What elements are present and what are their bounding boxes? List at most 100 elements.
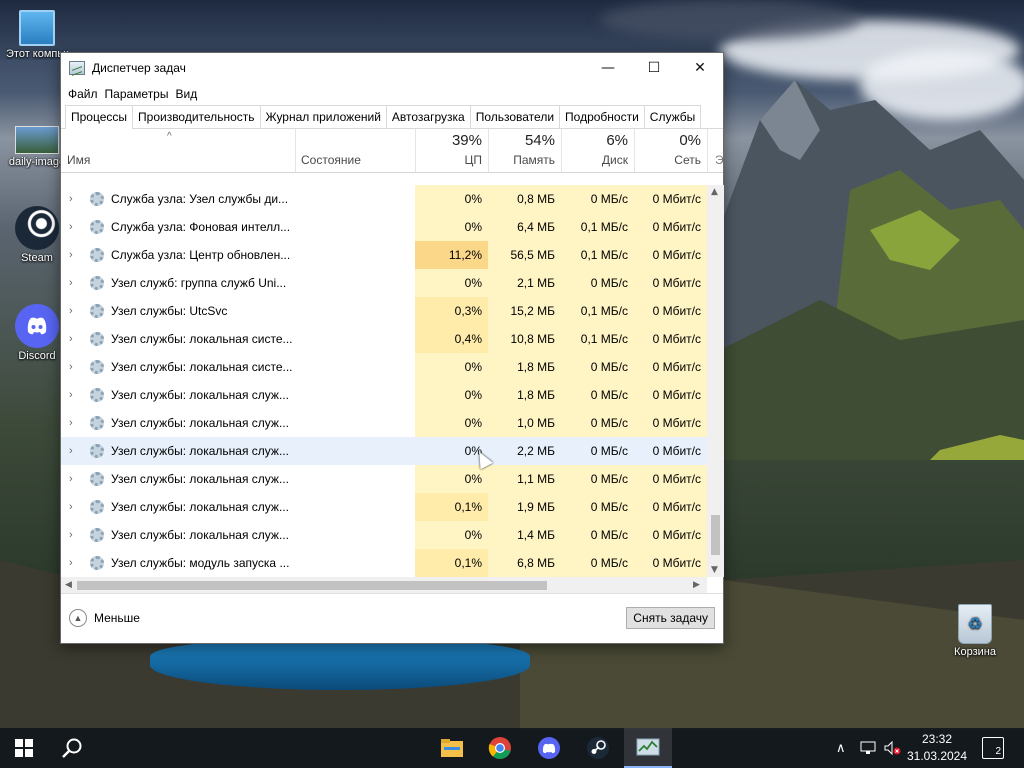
cpu-cell: 0,1%	[415, 493, 488, 521]
tab-startup[interactable]: Автозагрузка	[385, 105, 471, 128]
vertical-scrollbar[interactable]: ▲ ▼	[707, 185, 724, 577]
horizontal-scrollbar[interactable]: ◀ ▶	[61, 577, 707, 594]
minimize-button[interactable]: —	[585, 53, 631, 83]
expand-chevron-icon[interactable]: ›	[69, 249, 73, 261]
desktop-icon-steam[interactable]: Steam	[6, 206, 68, 265]
tab-users[interactable]: Пользователи	[469, 105, 561, 128]
clock[interactable]: 23:32 31.03.2024	[902, 731, 972, 765]
cpu-cell: 0%	[415, 353, 488, 381]
start-button[interactable]	[0, 728, 48, 768]
expand-chevron-icon[interactable]: ›	[69, 417, 73, 429]
expand-chevron-icon[interactable]: ›	[69, 193, 73, 205]
menu-options[interactable]: Параметры	[104, 87, 175, 101]
cpu-cell: 0,4%	[415, 325, 488, 353]
column-network[interactable]: 0% Сеть	[634, 132, 701, 167]
expand-chevron-icon[interactable]: ›	[69, 529, 73, 541]
footer-bar: ▲ Меньше Снять задачу	[61, 593, 723, 643]
menu-bar: Файл Параметры Вид	[61, 83, 723, 105]
scrollbar-thumb[interactable]	[711, 515, 720, 555]
network-status-button[interactable]	[860, 728, 876, 768]
scroll-right-icon[interactable]: ▶	[693, 580, 700, 590]
column-state[interactable]: Состояние	[301, 153, 361, 167]
taskbar-discord[interactable]	[525, 728, 573, 768]
process-row[interactable]: › Служба узла: Фоновая интелл... 0% 6,4 МБ 0…	[61, 213, 707, 241]
process-row[interactable]: › Узел службы: UtcSvc 0,3% 15,2 МБ 0,1 МБ/с 0…	[61, 297, 707, 325]
expand-chevron-icon[interactable]: ›	[69, 333, 73, 345]
taskbar-file-explorer[interactable]	[428, 728, 476, 768]
notification-center-button[interactable]: 2	[982, 737, 1004, 759]
column-divider[interactable]	[707, 129, 708, 172]
memory-label: Память	[513, 153, 555, 167]
column-name[interactable]: Имя	[67, 153, 90, 167]
process-row[interactable]: › Узел службы: локальная служ... 0% 1,4 МБ 0…	[61, 521, 707, 549]
tab-details[interactable]: Подробности	[559, 105, 645, 128]
expand-chevron-icon[interactable]: ›	[69, 305, 73, 317]
windows-logo-icon	[15, 739, 33, 757]
taskbar-chrome[interactable]	[476, 728, 524, 768]
close-button[interactable]: ✕	[677, 53, 723, 83]
task-manager-window: Диспетчер задач — ☐ ✕ Файл Параметры Вид…	[60, 52, 724, 644]
show-hidden-icons-button[interactable]: ∧	[836, 728, 846, 768]
expand-chevron-icon[interactable]: ›	[69, 221, 73, 233]
desktop-icon-daily-image[interactable]: daily-image	[6, 126, 68, 169]
process-row[interactable]: › Узел службы: локальная систе... 0,4% 10,8…	[61, 325, 707, 353]
scroll-down-icon[interactable]: ▼	[711, 565, 718, 575]
expand-chevron-icon[interactable]: ›	[69, 473, 73, 485]
search-button[interactable]	[48, 728, 96, 768]
process-name: Узел службы: локальная служ...	[111, 444, 289, 458]
maximize-button[interactable]: ☐	[631, 53, 677, 83]
column-disk[interactable]: 6% Диск	[561, 132, 628, 167]
process-row[interactable]: › Служба узла: Центр обновлен... 11,2% 56,5…	[61, 241, 707, 269]
task-manager-icon	[69, 61, 85, 75]
memory-cell: 6,8 МБ	[488, 549, 561, 577]
column-cpu[interactable]: 39% ЦП	[415, 132, 482, 167]
desktop-icon-discord[interactable]: Discord	[6, 304, 68, 363]
process-row[interactable]: › Узел службы: локальная систе... 0% 1,8 МБ…	[61, 353, 707, 381]
tab-app-history[interactable]: Журнал приложений	[259, 105, 387, 128]
tab-performance[interactable]: Производительность	[132, 105, 261, 128]
desktop-icon-this-pc[interactable]: Этот компьютер	[6, 10, 68, 61]
process-row[interactable]: › Узел службы: локальная служ... 0% 1,8 МБ 0…	[61, 381, 707, 409]
column-header: ^ Имя Состояние 39% ЦП 54% Память 6% Дис…	[61, 129, 724, 173]
title-bar[interactable]: Диспетчер задач — ☐ ✕	[61, 53, 723, 83]
tab-processes[interactable]: Процессы	[65, 105, 134, 129]
fewer-details-button[interactable]: ▲ Меньше	[69, 609, 140, 627]
expand-chevron-icon[interactable]: ›	[69, 557, 73, 569]
expand-chevron-icon[interactable]: ›	[69, 389, 73, 401]
tab-services[interactable]: Службы	[643, 105, 702, 128]
process-row[interactable]: › Узел службы: модуль запуска ... 0,1% 6,8 …	[61, 549, 707, 577]
process-row[interactable]: › Узел службы: локальная служ... 0% 1,0 МБ 0…	[61, 409, 707, 437]
notification-count: 2	[995, 746, 1001, 757]
disk-cell: 0 МБ/с	[561, 549, 634, 577]
end-task-button[interactable]: Снять задачу	[626, 607, 715, 629]
scroll-left-icon[interactable]: ◀	[65, 580, 72, 590]
scroll-up-icon[interactable]: ▲	[711, 187, 718, 197]
process-row[interactable]: › Узел службы: локальная служ... 0% 1,1 МБ 0…	[61, 465, 707, 493]
column-divider[interactable]	[295, 129, 296, 172]
taskbar-steam[interactable]	[574, 728, 622, 768]
gear-icon	[90, 388, 104, 402]
disk-label: Диск	[601, 153, 628, 167]
process-row[interactable]: › Служба узла: Узел службы ди... 0% 0,8 МБ 0…	[61, 185, 707, 213]
process-row[interactable]: › Узел службы: локальная служ... 0,1% 1,9 М…	[61, 493, 707, 521]
expand-chevron-icon[interactable]: ›	[69, 277, 73, 289]
disk-cell: 0 МБ/с	[561, 353, 634, 381]
expand-chevron-icon[interactable]: ›	[69, 445, 73, 457]
desktop-icon-recycle-bin[interactable]: ♻ Корзина	[944, 604, 1006, 659]
process-row[interactable]: › Узел службы: локальная служ... 0% 2,2 МБ 0…	[61, 437, 707, 465]
column-extra-truncated[interactable]: Э	[715, 153, 724, 167]
expand-chevron-icon[interactable]: ›	[69, 361, 73, 373]
taskbar-task-manager[interactable]	[624, 728, 672, 768]
network-cell: 0 Мбит/с	[652, 444, 701, 458]
process-row[interactable]: › Узел служб: группа служб Uni... 0% 2,1 МБ…	[61, 269, 707, 297]
scrollbar-thumb[interactable]	[77, 581, 547, 590]
window-title: Диспетчер задач	[92, 61, 186, 75]
memory-cell: 15,2 МБ	[488, 297, 561, 325]
image-file-icon	[15, 126, 59, 154]
chevron-up-icon: ∧	[836, 740, 846, 755]
column-memory[interactable]: 54% Память	[488, 132, 555, 167]
menu-view[interactable]: Вид	[174, 87, 203, 101]
volume-button[interactable]	[884, 728, 902, 768]
menu-file[interactable]: Файл	[67, 87, 104, 101]
expand-chevron-icon[interactable]: ›	[69, 501, 73, 513]
